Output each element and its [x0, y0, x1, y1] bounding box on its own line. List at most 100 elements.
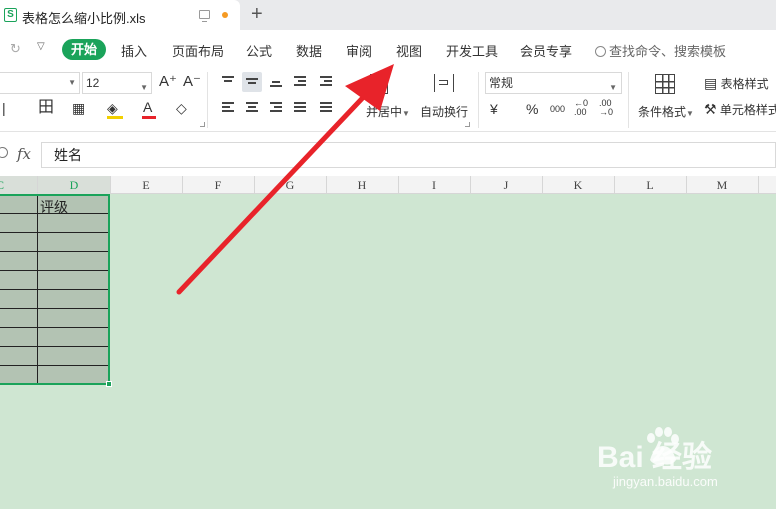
- thousands-separator-icon[interactable]: 000: [550, 101, 565, 117]
- tab-developer[interactable]: 开发工具: [446, 41, 498, 60]
- wrap-text-icon[interactable]: [434, 74, 454, 92]
- table-style-icon: ▤: [704, 75, 718, 91]
- unsaved-dot-icon: [222, 12, 228, 18]
- merge-center-label: 并居中: [366, 105, 403, 119]
- font-dialog-launcher[interactable]: [200, 122, 205, 127]
- watermark-url: jingyan.baidu.com: [613, 474, 718, 489]
- tab-insert[interactable]: 插入: [121, 41, 147, 60]
- column-k[interactable]: K: [542, 178, 614, 193]
- column-h[interactable]: H: [326, 178, 398, 193]
- conditional-format-label: 条件格式: [638, 105, 687, 119]
- distributed-button[interactable]: [316, 98, 336, 118]
- decrease-indent-button[interactable]: [290, 72, 310, 92]
- increase-indent-button[interactable]: [316, 72, 336, 92]
- fill-pattern-icon[interactable]: ▦: [72, 100, 85, 116]
- align-dialog-launcher[interactable]: [465, 122, 470, 127]
- decrease-font-icon[interactable]: A⁻: [183, 74, 201, 90]
- fill-color-icon[interactable]: ◈: [107, 100, 118, 116]
- decrease-decimal-icon[interactable]: .00 →0: [599, 99, 617, 117]
- tab-home[interactable]: 开始: [62, 39, 106, 60]
- increase-decimal-icon[interactable]: ←0 .00: [574, 99, 592, 117]
- chevron-down-icon: ▼: [686, 109, 694, 118]
- align-bottom-button[interactable]: [266, 72, 286, 92]
- column-divider: [758, 176, 759, 194]
- tab-page-layout[interactable]: 页面布局: [172, 41, 224, 60]
- table-style-button[interactable]: ▤ 表格样式: [704, 75, 769, 92]
- align-middle-button[interactable]: [242, 72, 262, 92]
- search-icon: [595, 46, 606, 57]
- wrap-text-button[interactable]: 自动换行: [420, 103, 468, 120]
- table-style-label: 表格样式: [720, 77, 769, 91]
- tab-bar: S 表格怎么缩小比例.xls +: [0, 0, 776, 30]
- currency-icon[interactable]: ¥: [490, 101, 498, 117]
- underline-icon[interactable]: |: [2, 100, 6, 116]
- align-center-button[interactable]: [242, 98, 262, 118]
- tab-data[interactable]: 数据: [296, 41, 322, 60]
- font-name-select[interactable]: ▼: [0, 72, 80, 94]
- cell-style-icon: ⚒: [704, 101, 717, 117]
- tab-member[interactable]: 会员专享: [520, 41, 572, 60]
- chevron-down-icon: ▼: [609, 83, 617, 92]
- document-title: 表格怎么缩小比例.xls: [22, 11, 146, 26]
- column-divider: [686, 176, 687, 194]
- column-l[interactable]: L: [614, 178, 686, 193]
- ribbon-divider: [207, 72, 208, 128]
- conditional-format-icon[interactable]: [655, 74, 675, 94]
- ribbon-divider: [478, 72, 479, 128]
- tab-review[interactable]: 审阅: [346, 41, 372, 60]
- tab-view[interactable]: 视图: [396, 41, 422, 60]
- align-right-button[interactable]: [266, 98, 286, 118]
- new-tab-button[interactable]: +: [251, 3, 263, 25]
- font-size-select[interactable]: 12 ▼: [82, 72, 152, 94]
- search-icon[interactable]: [0, 147, 8, 158]
- border-icon[interactable]: 田: [38, 100, 54, 116]
- column-divider: [254, 176, 255, 194]
- align-top-button[interactable]: [218, 72, 238, 92]
- selection-border: [0, 194, 110, 385]
- fill-handle[interactable]: [106, 381, 112, 387]
- fill-color-bar: [107, 116, 123, 119]
- conditional-format-button[interactable]: 条件格式▼: [638, 103, 694, 120]
- column-divider: [182, 176, 183, 194]
- column-g[interactable]: G: [254, 178, 326, 193]
- merge-center-button[interactable]: 并居中▼: [366, 103, 410, 120]
- column-i[interactable]: I: [398, 178, 470, 193]
- column-divider: [470, 176, 471, 194]
- percent-icon[interactable]: %: [526, 101, 538, 117]
- eraser-icon[interactable]: ◇: [176, 100, 187, 116]
- spreadsheet-icon: S: [4, 8, 17, 22]
- justify-button[interactable]: [290, 98, 310, 118]
- column-c[interactable]: C: [0, 178, 36, 193]
- number-format-select[interactable]: 常规 ▼: [485, 72, 622, 94]
- column-e[interactable]: E: [110, 178, 182, 193]
- column-f[interactable]: F: [182, 178, 254, 193]
- document-tab[interactable]: S 表格怎么缩小比例.xls: [0, 0, 240, 30]
- align-left-button[interactable]: [218, 98, 238, 118]
- chevron-down-icon[interactable]: ▽: [37, 41, 45, 52]
- command-search[interactable]: 查找命令、搜索模板: [595, 41, 726, 60]
- increase-font-icon[interactable]: A⁺: [159, 74, 177, 90]
- command-search-placeholder: 查找命令、搜索模板: [609, 44, 727, 59]
- monitor-icon[interactable]: [199, 10, 210, 22]
- column-j[interactable]: J: [470, 178, 542, 193]
- redo-icon[interactable]: ↻: [10, 41, 21, 57]
- merge-cells-icon[interactable]: [370, 74, 388, 94]
- formula-input[interactable]: 姓名: [41, 142, 776, 168]
- column-header: C D E F G H I J K L M: [0, 176, 776, 194]
- watermark-brand: Bai 经验: [597, 441, 713, 474]
- font-color-icon[interactable]: A: [143, 99, 152, 115]
- font-color-bar: [142, 116, 156, 119]
- cell-style-label: 单元格样式: [719, 103, 776, 117]
- tab-formulas[interactable]: 公式: [246, 41, 272, 60]
- chevron-down-icon: ▼: [402, 109, 410, 118]
- formula-bar: fx 姓名: [0, 142, 776, 168]
- column-divider: [398, 176, 399, 194]
- column-divider: [110, 176, 111, 194]
- function-icon[interactable]: fx: [17, 145, 31, 163]
- column-d[interactable]: D: [38, 178, 110, 193]
- column-m[interactable]: M: [686, 178, 758, 193]
- number-format-value: 常规: [489, 76, 514, 90]
- cell-style-button[interactable]: ⚒ 单元格样式: [704, 101, 776, 118]
- column-divider: [614, 176, 615, 194]
- chevron-down-icon: ▼: [68, 78, 76, 87]
